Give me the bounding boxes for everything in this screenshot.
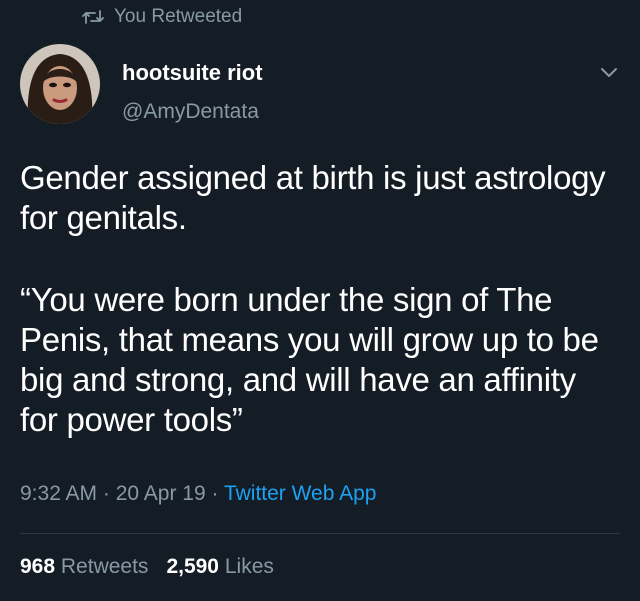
user-handle[interactable]: @AmyDentata xyxy=(122,100,259,124)
retweet-label: You Retweeted xyxy=(114,6,243,27)
tweet-source-link[interactable]: Twitter Web App xyxy=(224,482,377,505)
tweet-text: Gender assigned at birth is just astrolo… xyxy=(20,158,620,440)
tweet-date[interactable]: 20 Apr 19 xyxy=(116,482,206,505)
chevron-down-icon[interactable] xyxy=(598,64,620,80)
likes-count: 2,590 xyxy=(166,555,219,578)
retweets-stat[interactable]: 968 Retweets xyxy=(20,555,148,578)
meta-separator: · xyxy=(205,482,224,505)
retweet-icon xyxy=(82,9,104,25)
retweets-count: 968 xyxy=(20,555,56,578)
tweet-meta: 9:32 AM · 20 Apr 19 · Twitter Web App xyxy=(20,482,376,506)
likes-stat[interactable]: 2,590 Likes xyxy=(166,555,273,578)
retweets-label: Retweets xyxy=(60,555,149,578)
tweet-paragraph: “You were born under the sign of The Pen… xyxy=(20,281,599,438)
retweet-context: You Retweeted xyxy=(82,6,242,28)
tweet-stats: 968 Retweets 2,590 Likes xyxy=(20,555,274,579)
likes-label: Likes xyxy=(224,555,274,578)
meta-separator: · xyxy=(97,482,116,505)
avatar[interactable] xyxy=(20,44,100,124)
display-name[interactable]: hootsuite riot xyxy=(122,60,263,86)
divider xyxy=(20,533,620,534)
tweet-time[interactable]: 9:32 AM xyxy=(20,482,97,505)
tweet-paragraph: Gender assigned at birth is just astrolo… xyxy=(20,159,606,236)
